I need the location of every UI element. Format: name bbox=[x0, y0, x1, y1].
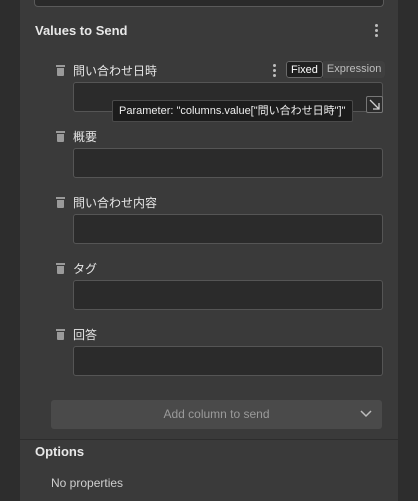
field-2-input[interactable] bbox=[73, 148, 383, 178]
previous-field-input[interactable] bbox=[34, 0, 384, 7]
add-column-label: Add column to send bbox=[163, 407, 270, 421]
fixed-expression-toggle: Fixed Expression bbox=[286, 61, 386, 78]
expand-editor-icon[interactable] bbox=[366, 96, 383, 113]
fixed-mode-button[interactable]: Fixed bbox=[286, 61, 323, 78]
field-5-label: 回答 bbox=[73, 328, 98, 342]
field-5-input[interactable] bbox=[73, 346, 383, 376]
field-2-label: 概要 bbox=[73, 130, 98, 144]
no-properties-text: No properties bbox=[51, 476, 124, 490]
chevron-down-icon bbox=[360, 410, 372, 418]
values-to-send-title: Values to Send bbox=[35, 23, 128, 38]
delete-field-2-trash-icon[interactable] bbox=[56, 131, 65, 142]
parameter-tooltip: Parameter: "columns.value["問い合わせ日時"]" bbox=[112, 100, 353, 122]
section-menu-icon[interactable] bbox=[375, 24, 379, 37]
delete-field-5-trash-icon[interactable] bbox=[56, 329, 65, 340]
field-3-input[interactable] bbox=[73, 214, 383, 244]
options-title: Options bbox=[35, 444, 85, 459]
add-column-dropdown[interactable]: Add column to send bbox=[51, 400, 382, 429]
delete-field-3-trash-icon[interactable] bbox=[56, 197, 65, 208]
delete-field-1-trash-icon[interactable] bbox=[56, 65, 65, 76]
field-3-label: 問い合わせ内容 bbox=[73, 196, 158, 210]
section-divider bbox=[20, 439, 398, 440]
field-1-label: 問い合わせ日時 bbox=[73, 64, 158, 78]
delete-field-4-trash-icon[interactable] bbox=[56, 263, 65, 274]
field-1-menu-icon[interactable] bbox=[273, 64, 277, 77]
field-4-input[interactable] bbox=[73, 280, 383, 310]
expression-mode-button[interactable]: Expression bbox=[322, 61, 386, 78]
field-4-label: タグ bbox=[73, 262, 98, 276]
